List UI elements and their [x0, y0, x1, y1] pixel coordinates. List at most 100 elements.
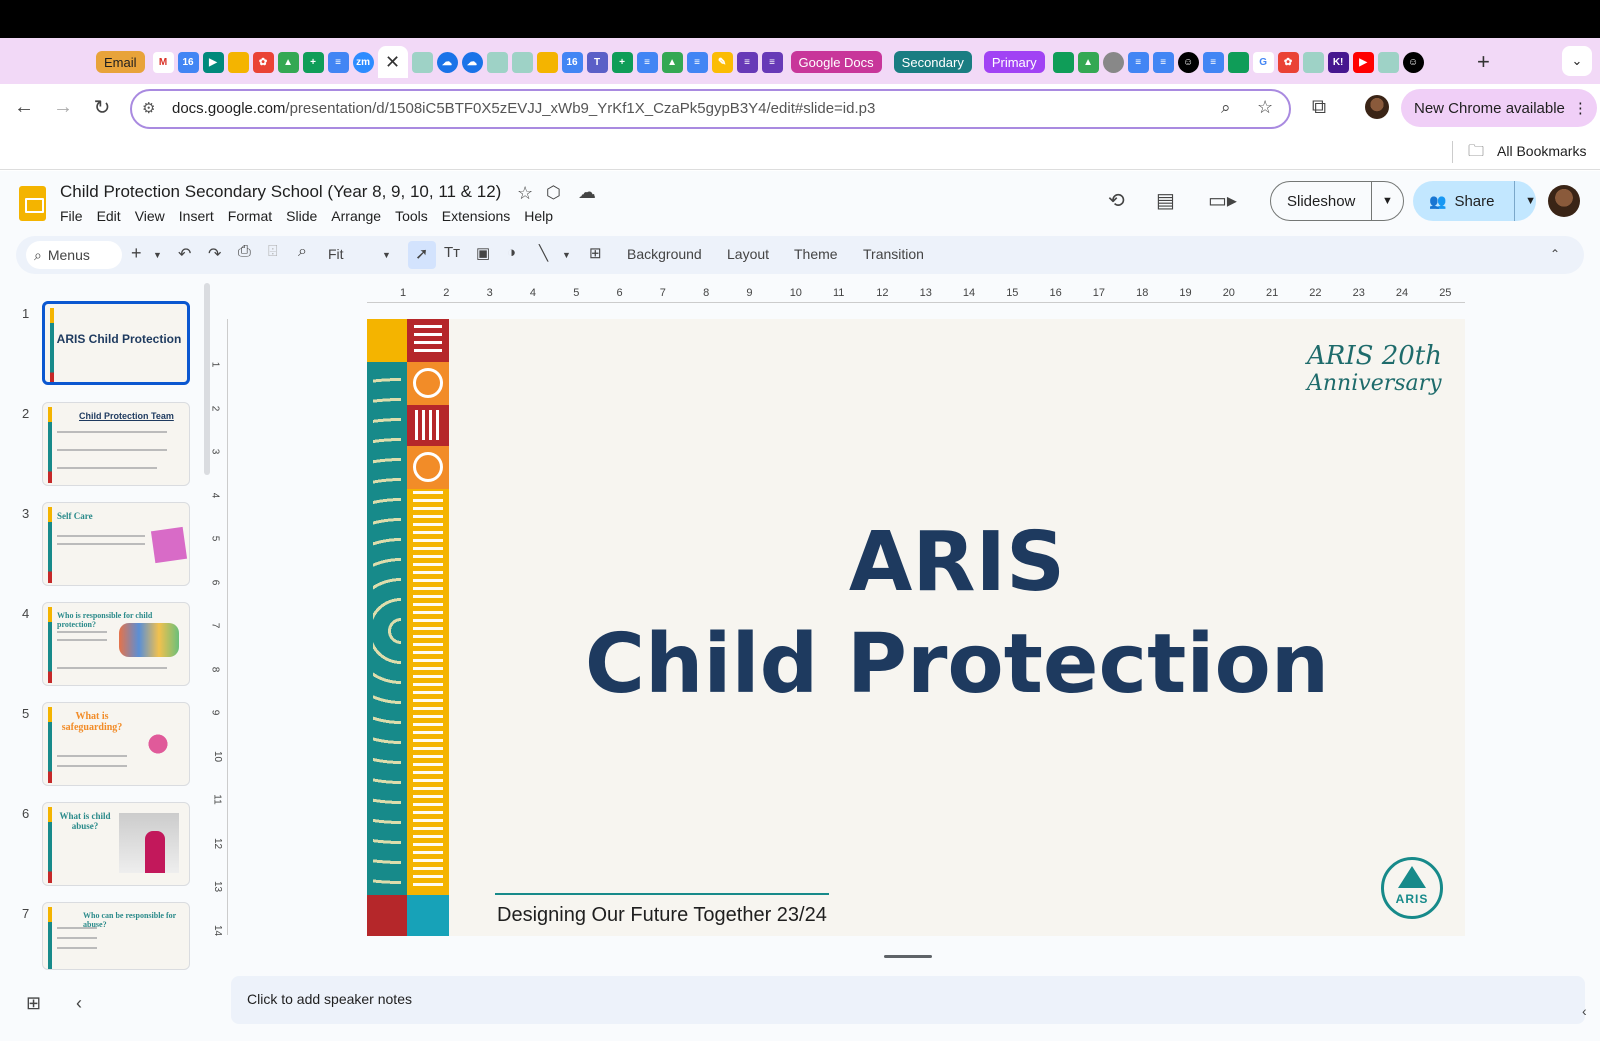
layout-button[interactable]: Layout: [727, 246, 769, 262]
new-chrome-available-button[interactable]: New Chrome available ⋮: [1401, 89, 1597, 127]
flower-tab-icon[interactable]: ✿: [1277, 51, 1299, 73]
document-title[interactable]: Child Protection Secondary School (Year …: [60, 182, 501, 202]
meet-tab-icon[interactable]: ▶: [202, 51, 224, 73]
docs-tab-icon[interactable]: ≡: [327, 51, 349, 73]
menu-extensions[interactable]: Extensions: [442, 208, 510, 224]
calendar-tab-icon[interactable]: 16: [177, 51, 199, 73]
tab-group-google-docs[interactable]: Google Docs: [790, 51, 882, 73]
collapse-toolbar-chevron-icon[interactable]: ⌃: [1550, 247, 1560, 261]
new-slide-plus-icon[interactable]: +: [131, 243, 142, 264]
slide-canvas[interactable]: ARIS Child Protection ARIS 20th Annivers…: [367, 319, 1465, 936]
forms-tab-icon[interactable]: ≡: [736, 51, 758, 73]
speaker-notes[interactable]: Click to add speaker notes: [231, 976, 1585, 1024]
star-icon[interactable]: ☆: [517, 183, 533, 204]
redo-icon[interactable]: ↷: [208, 244, 221, 264]
teams-tab-icon[interactable]: T: [586, 51, 608, 73]
anniversary-logo[interactable]: ARIS 20th Anniversary: [1307, 341, 1447, 401]
docs-tab-icon[interactable]: ≡: [636, 51, 658, 73]
share-button[interactable]: 👥 Share ▼: [1413, 181, 1536, 221]
menu-insert[interactable]: Insert: [179, 208, 214, 224]
theme-button[interactable]: Theme: [794, 246, 838, 262]
gmail-tab-icon[interactable]: M: [152, 51, 174, 73]
comments-icon[interactable]: ▤: [1156, 188, 1175, 213]
cloud-tab-icon[interactable]: ☁: [461, 51, 483, 73]
line-icon[interactable]: ╲: [539, 244, 548, 262]
zoom-lens-icon[interactable]: ⌕: [1221, 98, 1231, 118]
classroom-tab-icon[interactable]: [1227, 51, 1249, 73]
menu-help[interactable]: Help: [524, 208, 553, 224]
new-tab-button[interactable]: +: [1477, 49, 1490, 75]
undo-icon[interactable]: ↶: [178, 244, 191, 264]
grid-view-icon[interactable]: ⊞: [26, 993, 41, 1014]
menu-slide[interactable]: Slide: [286, 208, 317, 224]
slide-thumbnail-4[interactable]: Who is responsible for child protection?: [42, 602, 190, 686]
slideshow-button[interactable]: Slideshow ▼: [1270, 181, 1404, 221]
all-bookmarks-link[interactable]: All Bookmarks: [1497, 143, 1586, 159]
menu-tools[interactable]: Tools: [395, 208, 428, 224]
menu-edit[interactable]: Edit: [97, 208, 121, 224]
docs-tab-icon[interactable]: ≡: [1127, 51, 1149, 73]
link-tab-icon[interactable]: [411, 51, 433, 73]
drive-tab-icon[interactable]: ▲: [661, 51, 683, 73]
select-cursor-icon[interactable]: ➚: [415, 244, 428, 264]
slide-thumbnail-7[interactable]: Who can be responsible for abuse?: [42, 902, 190, 970]
tab-search-chevron-icon[interactable]: ⌄: [1562, 46, 1592, 76]
docs-tab-icon[interactable]: ≡: [686, 51, 708, 73]
reload-icon[interactable]: ↻: [90, 95, 114, 119]
tab-group-email[interactable]: Email: [96, 51, 145, 73]
bookmark-star-icon[interactable]: ☆: [1257, 97, 1273, 118]
line-dropdown-icon[interactable]: ▼: [562, 250, 571, 260]
slideshow-dropdown-icon[interactable]: ▼: [1371, 181, 1393, 221]
image-icon[interactable]: ▣: [476, 244, 490, 262]
kebab-menu-icon[interactable]: ⋮: [1573, 99, 1588, 117]
notes-resize-handle[interactable]: [884, 955, 932, 958]
tab-group-primary[interactable]: Primary: [983, 51, 1045, 73]
side-panel-chevron-icon[interactable]: ‹: [1582, 1003, 1587, 1019]
slide-title[interactable]: ARIS Child Protection: [449, 512, 1465, 716]
slide-thumbnail-2[interactable]: Child Protection Team: [42, 402, 190, 486]
transition-button[interactable]: Transition: [863, 246, 924, 262]
zoom-select[interactable]: Fit: [328, 246, 344, 262]
version-history-icon[interactable]: ⟲: [1108, 188, 1125, 213]
print-icon[interactable]: ⎙: [238, 243, 251, 261]
menu-file[interactable]: File: [60, 208, 83, 224]
menu-arrange[interactable]: Arrange: [331, 208, 381, 224]
menus-search-input[interactable]: ⌕ Menus: [26, 241, 122, 269]
forms-tab-icon[interactable]: ≡: [761, 51, 783, 73]
slide-thumbnail-5[interactable]: What is safeguarding?: [42, 702, 190, 786]
back-arrow-icon[interactable]: ←: [12, 95, 36, 119]
zoom-tab-icon[interactable]: zm: [352, 51, 374, 73]
horizontal-ruler[interactable]: 1 2 3 4 5 6 7 8 9 10 11 12 13 14 15 16 17 18 19 20 21 22 23 24 2…: [367, 287, 1465, 303]
photos-tab-icon[interactable]: ✿: [252, 51, 274, 73]
chat-tab-icon[interactable]: ☺: [1177, 51, 1199, 73]
slides-logo-icon[interactable]: [19, 186, 46, 221]
url-text[interactable]: docs.google.com/presentation/d/1508iC5BT…: [172, 100, 875, 117]
zoom-icon[interactable]: ⌕: [298, 243, 307, 261]
active-tab-close-icon[interactable]: ✕: [377, 46, 408, 78]
drive-tab-icon[interactable]: ▲: [1077, 51, 1099, 73]
background-button[interactable]: Background: [627, 246, 702, 262]
meet-camera-icon[interactable]: ▭▸: [1208, 188, 1237, 213]
drive-tab-icon[interactable]: ▲: [277, 51, 299, 73]
tab-group-secondary[interactable]: Secondary: [893, 51, 972, 73]
address-bar[interactable]: ⚙ docs.google.com/presentation/d/1508iC5…: [130, 89, 1291, 129]
site-info-icon[interactable]: ⚙: [142, 99, 155, 117]
calendar-tab-icon[interactable]: 16: [561, 51, 583, 73]
google-tab-icon[interactable]: G: [1252, 51, 1274, 73]
slides-tab-icon[interactable]: [536, 51, 558, 73]
youtube-tab-icon[interactable]: ▶: [1352, 51, 1374, 73]
extensions-puzzle-icon[interactable]: ⧉: [1307, 95, 1331, 119]
menu-view[interactable]: View: [135, 208, 165, 224]
shape-icon[interactable]: ◑: [507, 244, 516, 261]
text-box-icon[interactable]: Tт: [444, 244, 460, 261]
slide-thumbnail-3[interactable]: Self Care: [42, 502, 190, 586]
sheets-tab-icon[interactable]: +: [302, 51, 324, 73]
cloud-tab-icon[interactable]: ☁: [436, 51, 458, 73]
vertical-ruler[interactable]: 1 2 3 4 5 6 7 8 9 10 11 12 13 14: [209, 319, 228, 936]
chat-tab-icon[interactable]: ☺: [1402, 51, 1424, 73]
palette-tab-icon[interactable]: ✎: [711, 51, 733, 73]
zoom-dropdown-icon[interactable]: ▼: [382, 250, 391, 260]
paint-format-icon[interactable]: ⌹: [268, 243, 278, 261]
move-to-drive-icon[interactable]: ⬡: [546, 183, 561, 203]
sheets-tab-icon[interactable]: +: [611, 51, 633, 73]
